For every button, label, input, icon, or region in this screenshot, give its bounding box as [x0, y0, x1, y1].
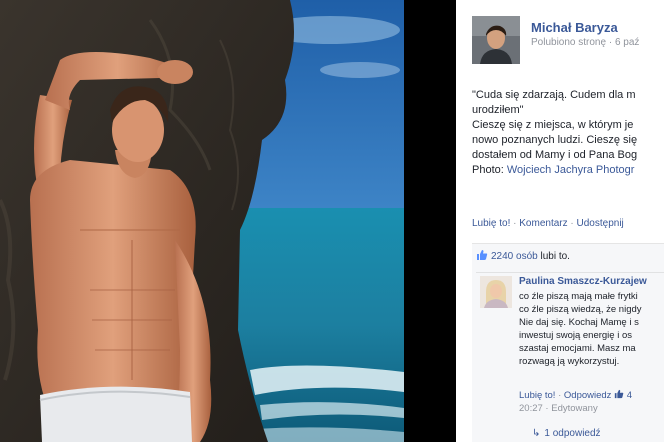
photo-prefix: Photo: [472, 164, 504, 176]
caption-line: "Cuda się zdarzają. Cudem dla m [472, 89, 636, 101]
replies-label[interactable]: 1 odpowiedź [544, 428, 600, 439]
post-panel: Michał Baryza Polubiono stronę · 6 paź "… [456, 0, 664, 442]
comment-text: co źle piszą mają małe frytki co źle pis… [519, 290, 642, 368]
caption-line: urodziłem" [472, 104, 524, 116]
comment-meta: 20:27 · Edytowany [519, 403, 598, 414]
comment-line: inwestuj swoją energię i os [519, 330, 633, 341]
reply-arrow-icon: ↳ [532, 428, 541, 439]
body-line: nowo poznanych ludzi. Cieszę się [472, 134, 638, 146]
view-replies[interactable]: ↳ 1 odpowiedź [532, 428, 601, 439]
body-line: dostałem od Mamy i od Pana Bog [472, 149, 638, 161]
comment-actions: Lubię to! · Odpowiedz 4 [519, 389, 632, 401]
likes-summary: 2240 osób lubi to. [476, 249, 570, 262]
photo-credit-link[interactable]: Wojciech Jachyra Photogr [507, 164, 635, 176]
author-avatar[interactable] [472, 16, 520, 64]
likes-count[interactable]: 2240 osób [491, 251, 538, 262]
commenter-name[interactable]: Paulina Smaszcz-Kurzajew [519, 276, 647, 287]
comment-item: Paulina Smaszcz-Kurzajew co źle piszą ma… [476, 272, 664, 414]
comment-edited[interactable]: Edytowany [551, 403, 597, 414]
like-link[interactable]: Lubię to! [472, 218, 510, 229]
comment-line: Nie daj się. Kochaj Mamę i s [519, 317, 639, 328]
thumbs-up-icon [614, 389, 624, 399]
comment-line: rozwagą ją wykorzystuj. [519, 356, 620, 367]
share-link[interactable]: Udostępnij [577, 218, 624, 229]
comment-link[interactable]: Komentarz [519, 218, 567, 229]
comment-like-link[interactable]: Lubię to! [519, 390, 555, 401]
likes-suffix: lubi to. [540, 251, 570, 262]
author-name[interactable]: Michał Baryza [531, 20, 618, 35]
feedback-box: 2240 osób lubi to. Paulina Smaszcz-Kurza… [472, 243, 664, 442]
commenter-avatar[interactable] [480, 276, 512, 308]
photo-side-bar [404, 0, 456, 442]
photo-credit-line: Photo: Wojciech Jachyra Photogr [472, 163, 664, 178]
post-actions: Lubię to! · Komentarz · Udostępnij [472, 218, 624, 229]
comment-line: szastaj emocjami. Masz ma [519, 343, 636, 354]
comment-time[interactable]: 20:27 [519, 403, 543, 414]
post-caption: "Cuda się zdarzają. Cudem dla m urodziłe… [472, 88, 664, 178]
post-meta: Polubiono stronę · 6 paź [531, 37, 640, 48]
body-line: Cieszę się z miejsca, w którym je [472, 119, 634, 131]
comment-line: co źle piszą wiedzą, że nigdy [519, 304, 642, 315]
comment-like-count[interactable]: 4 [627, 390, 632, 401]
comment-reply-link[interactable]: Odpowiedz [564, 390, 612, 401]
thumbs-up-icon [476, 249, 488, 261]
comment-line: co źle piszą mają małe frytki [519, 291, 638, 302]
post-photo[interactable] [0, 0, 404, 442]
